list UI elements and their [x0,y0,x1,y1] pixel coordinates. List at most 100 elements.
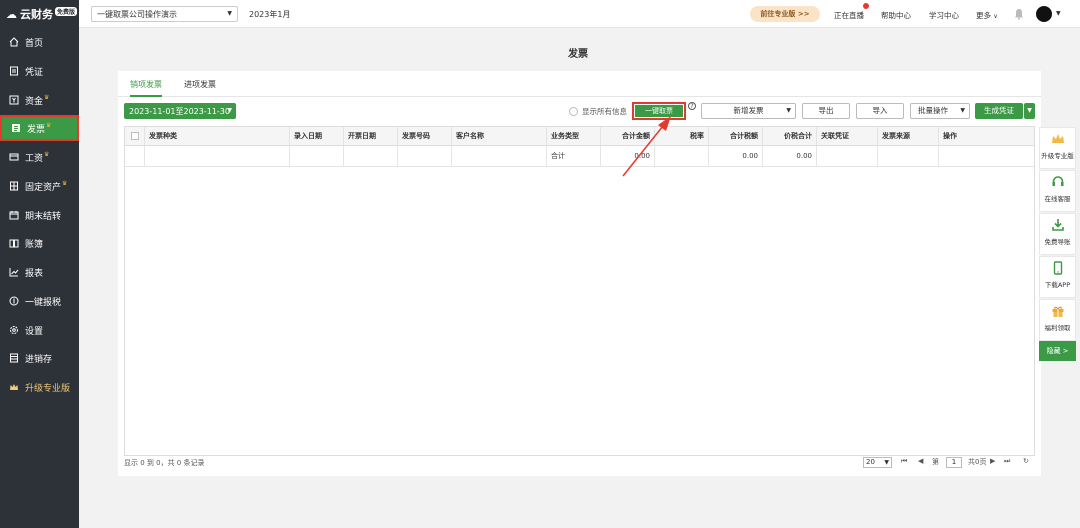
download-app-shortcut[interactable]: 下载APP [1039,256,1076,298]
sidebar-item-salary[interactable]: 工资 ♛ [0,144,79,170]
refresh-icon[interactable]: ↻ [1023,457,1029,465]
gift-icon [1040,300,1075,322]
sidebar-item-label: 固定资产 [25,182,62,193]
sidebar-item-period-end[interactable]: 期末结转 [0,202,79,228]
more-menu[interactable]: 更多 ∨ [976,10,998,21]
column-header[interactable]: 价税合计 [763,127,817,146]
column-header[interactable]: 合计税额 [709,127,763,146]
caret-down-icon: ▼ [227,107,232,114]
tab-sales-invoice[interactable]: 销项发票 [130,79,162,97]
invoice-icon [11,123,21,133]
sidebar-item-label: 一键报税 [25,297,62,308]
sidebar-item-reports[interactable]: 报表 [0,259,79,285]
crown-icon: ♛ [44,150,50,158]
sidebar-item-label: 期末结转 [25,211,62,222]
column-header[interactable]: 操作 [939,127,1034,146]
sidebar-item-invoice[interactable]: 发票 ♛ [0,115,79,141]
top-bar: 一键取票公司操作演示 ▼ 2023年1月 前往专业版 >> 正在直播 帮助中心 … [79,0,1080,28]
live-link[interactable]: 正在直播 [834,10,864,21]
column-header[interactable]: 开票日期 [344,127,398,146]
sidebar-item-label: 报表 [25,268,44,279]
table-cell [290,146,344,167]
column-header[interactable]: 发票来源 [878,127,939,146]
rightbar-label: 在线客服 [1044,195,1071,203]
table-cell [878,146,939,167]
sidebar-item-fixed-assets[interactable]: 固定资产 ♛ [0,173,79,199]
batch-operation-button[interactable]: 批量操作 ▼ [910,103,970,119]
table-cell [145,146,290,167]
column-header[interactable]: 客户名称 [452,127,547,146]
select-all-cell [125,127,145,146]
sidebar-item-label: 设置 [25,326,44,337]
crown-icon: ♛ [44,93,50,101]
sidebar-item-settings[interactable]: 设置 [0,317,79,343]
sidebar-item-ledger[interactable]: 账簿 [0,230,79,256]
column-header[interactable]: 发票种类 [145,127,290,146]
column-header[interactable]: 发票号码 [398,127,452,146]
sidebar-item-inventory[interactable]: 进销存 [0,345,79,371]
online-service-shortcut[interactable]: 在线客服 [1039,170,1076,212]
bell-icon[interactable] [1014,8,1024,22]
salary-icon [9,152,19,162]
sidebar: ☁ 云财务 免费版 首页 凭证 资金 ♛ 发票 ♛ 工资 ♛ 固定资产 ♛ 期末… [0,0,79,528]
table-cell [125,146,145,167]
phone-icon [1040,257,1075,279]
company-select[interactable]: 一键取票公司操作演示 ▼ [91,6,238,22]
gear-icon [9,325,19,335]
table-cell [817,146,878,167]
sidebar-item-tax[interactable]: 一键报税 [0,288,79,314]
asset-icon [9,181,19,191]
total-with-tax: 0.00 [763,146,817,167]
sidebar-item-upgrade[interactable]: 升级专业版 [0,374,79,400]
sidebar-item-home[interactable]: 首页 [0,29,79,55]
avatar[interactable] [1036,6,1052,22]
table-cell [939,146,1034,167]
sidebar-item-label: 升级专业版 [25,383,71,394]
import-button[interactable]: 导入 [856,103,904,119]
page-title: 发票 [568,49,588,60]
first-page-icon[interactable]: ⏮ [901,457,907,466]
table-cell [452,146,547,167]
generate-voucher-dropdown[interactable]: ▼ [1024,103,1035,119]
sidebar-item-voucher[interactable]: 凭证 [0,58,79,84]
welfare-shortcut[interactable]: 福利领取 [1039,299,1076,341]
date-range-value: 2023-11-01至2023-11-30 [129,107,230,116]
table-header: 发票种类 录入日期 开票日期 发票号码 客户名称 业务类型 合计金额 税率 合计… [125,127,1034,146]
company-name: 一键取票公司操作演示 [97,10,177,19]
caret-down-icon: ▼ [960,107,965,114]
help-center-link[interactable]: 帮助中心 [881,10,911,21]
export-button[interactable]: 导出 [802,103,850,119]
sidebar-item-label: 发票 [27,124,46,135]
prev-page-icon[interactable]: ◀ [918,457,923,465]
column-header[interactable]: 业务类型 [547,127,601,146]
table-cell [398,146,452,167]
column-header[interactable]: 关联凭证 [817,127,878,146]
hide-bar-button[interactable]: 隐藏 > [1039,341,1076,361]
next-page-icon[interactable]: ▶ [990,457,995,465]
select-all-checkbox[interactable] [131,132,139,140]
learning-center-link[interactable]: 学习中心 [929,10,959,21]
free-import-shortcut[interactable]: 免费导账 [1039,213,1076,255]
tab-purchase-invoice[interactable]: 进项发票 [184,79,216,90]
generate-voucher-button[interactable]: 生成凭证 [975,103,1023,119]
upgrade-pro-button[interactable]: 前往专业版 >> [750,6,820,22]
page-prefix: 第 [932,458,939,466]
new-invoice-button[interactable]: 新增发票 ▼ [701,103,796,119]
chart-icon [9,267,19,277]
radio-icon[interactable] [569,107,578,116]
brand-logo[interactable]: ☁ 云财务 免费版 [0,0,79,28]
date-range-select[interactable]: 2023-11-01至2023-11-30 ▼ [124,103,236,119]
last-page-icon[interactable]: ⏭ [1004,457,1010,466]
page-number-input[interactable]: 1 [946,457,962,468]
total-label: 合计 [547,146,601,167]
help-icon[interactable]: ? [688,102,696,110]
page-total: 共0页 [968,458,987,466]
calendar-icon [9,210,19,220]
page-size-select[interactable]: 20 ▼ [863,457,892,468]
logo-icon: ☁ [6,7,17,21]
column-header[interactable]: 录入日期 [290,127,344,146]
sidebar-item-fund[interactable]: 资金 ♛ [0,87,79,113]
upgrade-pro-shortcut[interactable]: 升级专业版 [1039,127,1076,169]
chevron-down-icon[interactable]: ▼ [1056,10,1061,17]
accounting-period[interactable]: 2023年1月 [249,9,290,20]
